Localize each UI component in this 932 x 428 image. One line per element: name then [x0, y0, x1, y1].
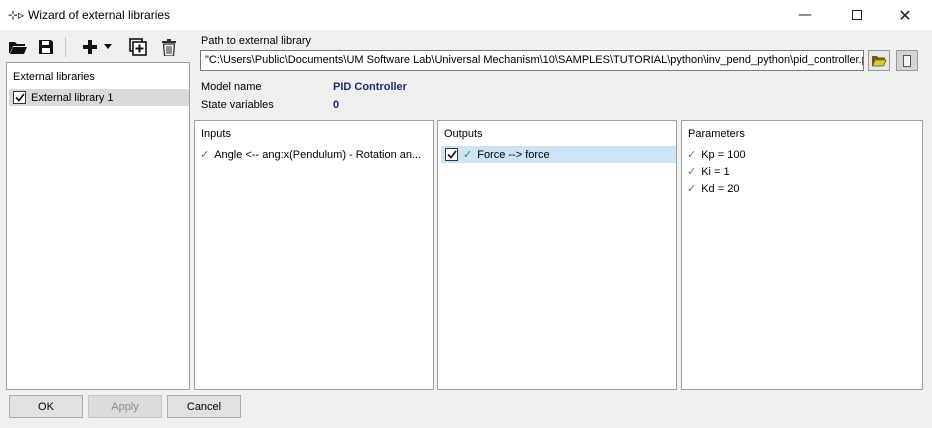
- valid-check-icon: ✓: [463, 148, 473, 161]
- minimize-button[interactable]: —: [782, 0, 828, 30]
- browse-path-button[interactable]: [868, 50, 890, 71]
- parameter-item-label: Ki = 1: [701, 165, 730, 178]
- model-name-value: PID Controller: [333, 81, 407, 93]
- folder-browse-icon: [871, 56, 887, 67]
- ok-button[interactable]: OK: [9, 395, 83, 418]
- external-libraries-header: External libraries: [13, 71, 95, 83]
- add-copy-button[interactable]: [126, 36, 150, 58]
- output-checkbox[interactable]: [445, 148, 458, 161]
- close-icon: ✕: [898, 5, 912, 25]
- path-label: Path to external library: [201, 35, 312, 47]
- title-bar: ⊹▹ Wizard of external libraries — ✕: [0, 0, 932, 30]
- delete-library-button[interactable]: [157, 36, 181, 58]
- parameter-item[interactable]: ✓ Ki = 1: [687, 163, 730, 180]
- maximize-icon: [852, 10, 862, 20]
- path-options-button[interactable]: [896, 50, 918, 71]
- chevron-down-icon: [104, 44, 112, 49]
- apply-button[interactable]: Apply: [88, 395, 162, 418]
- parameter-item[interactable]: ✓ Kd = 20: [687, 180, 739, 197]
- input-item-label: Angle <-- ang:x(Pendulum) - Rotation an.…: [214, 148, 422, 161]
- check-icon: [446, 150, 457, 159]
- open-library-button[interactable]: [6, 36, 30, 58]
- output-item-label: Force --> force: [477, 148, 550, 161]
- toolbar-separator: [65, 37, 66, 57]
- add-copy-icon: [129, 38, 147, 56]
- add-library-button[interactable]: [78, 36, 102, 58]
- check-icon: [14, 93, 25, 102]
- parameter-item[interactable]: ✓ Kp = 100: [687, 146, 746, 163]
- parameters-panel: Parameters ✓ Kp = 100 ✓ Ki = 1 ✓ Kd = 20: [681, 120, 923, 390]
- close-button[interactable]: ✕: [882, 0, 928, 30]
- parameter-item-label: Kd = 20: [701, 182, 740, 195]
- parameter-item-label: Kp = 100: [701, 148, 746, 161]
- library-item-label: External library 1: [31, 91, 114, 104]
- save-library-button[interactable]: [34, 36, 58, 58]
- outputs-title: Outputs: [444, 128, 483, 140]
- page-icon: [903, 54, 911, 67]
- inputs-panel: Inputs ✓ Angle <-- ang:x(Pendulum) - Rot…: [194, 120, 434, 390]
- dialog-client-area: External libraries External library 1 Pa…: [0, 30, 932, 428]
- check-icon: ✓: [200, 148, 210, 161]
- parameters-title: Parameters: [688, 128, 745, 140]
- maximize-button[interactable]: [834, 0, 880, 30]
- trash-icon: [162, 38, 176, 56]
- state-variables-value: 0: [333, 99, 340, 111]
- plus-icon: [83, 40, 97, 54]
- wizard-icon: ⊹▹: [8, 8, 25, 22]
- library-list-item[interactable]: External library 1: [9, 89, 189, 106]
- library-checkbox[interactable]: [13, 91, 26, 104]
- floppy-save-icon: [39, 40, 53, 54]
- add-dropdown-button[interactable]: [102, 36, 114, 58]
- input-item[interactable]: ✓ Angle <-- ang:x(Pendulum) - Rotation a…: [200, 146, 430, 163]
- library-toolbar: [6, 34, 190, 60]
- outputs-panel: Outputs ✓ Force --> force: [437, 120, 677, 390]
- check-icon: ✓: [687, 182, 697, 195]
- state-variables-label: State variables: [201, 99, 274, 111]
- external-libraries-panel: External libraries External library 1: [6, 62, 190, 390]
- check-icon: ✓: [687, 148, 697, 161]
- cancel-button[interactable]: Cancel: [167, 395, 241, 418]
- window-title: Wizard of external libraries: [28, 8, 171, 22]
- folder-open-icon: [9, 42, 27, 54]
- output-item[interactable]: ✓ Force --> force: [441, 146, 676, 163]
- inputs-title: Inputs: [201, 128, 231, 140]
- library-path-field[interactable]: "C:\Users\Public\Documents\UM Software L…: [200, 50, 864, 71]
- minimize-icon: —: [798, 7, 812, 23]
- check-icon: ✓: [687, 165, 697, 178]
- model-name-label: Model name: [201, 81, 262, 93]
